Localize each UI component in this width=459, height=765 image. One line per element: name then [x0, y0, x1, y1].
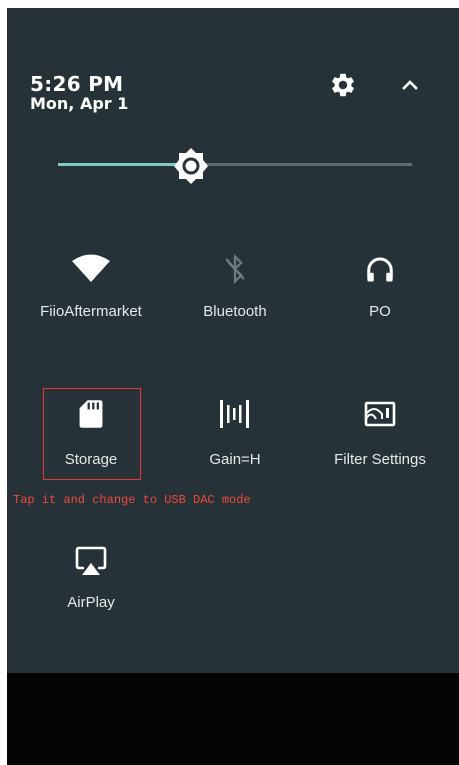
tile-filter-settings-label: Filter Settings: [334, 451, 426, 468]
tile-bluetooth[interactable]: Bluetooth: [165, 254, 305, 320]
tile-bluetooth-label: Bluetooth: [203, 303, 267, 320]
tile-gain-label: Gain=H: [209, 451, 261, 468]
tile-po-label: PO: [369, 303, 391, 320]
tile-gain[interactable]: Gain=H: [165, 398, 305, 468]
tile-storage[interactable]: Storage: [21, 398, 161, 468]
tile-wifi-label: FiioAftermarket: [40, 303, 142, 320]
headphones-icon: [367, 257, 393, 282]
tile-wifi[interactable]: FiioAftermarket: [21, 254, 161, 320]
bluetooth-disabled-icon: [225, 254, 245, 284]
airplay-icon: [75, 546, 107, 575]
tile-filter-settings[interactable]: Filter Settings: [310, 398, 450, 468]
gain-icon: [220, 400, 249, 428]
tile-po[interactable]: PO: [310, 254, 450, 320]
clock-time: 5:26 PM: [30, 72, 124, 96]
brightness-slider-fill: [58, 163, 189, 166]
chevron-up-icon[interactable]: [398, 74, 422, 94]
tile-airplay[interactable]: AirPlay: [21, 545, 161, 611]
tile-airplay-label: AirPlay: [67, 594, 115, 611]
brightness-thumb[interactable]: [171, 148, 211, 184]
gear-icon[interactable]: [329, 71, 357, 99]
wifi-icon: [72, 254, 110, 282]
brightness-slider[interactable]: [58, 163, 412, 166]
clock-date: Mon, Apr 1: [30, 94, 129, 113]
filter-icon: [364, 401, 396, 427]
tile-storage-label: Storage: [64, 451, 118, 468]
usb-dac-annotation: Tap it and change to USB DAC mode: [13, 493, 251, 507]
sd-card-icon: [79, 400, 103, 428]
background-app-area: [7, 673, 459, 765]
